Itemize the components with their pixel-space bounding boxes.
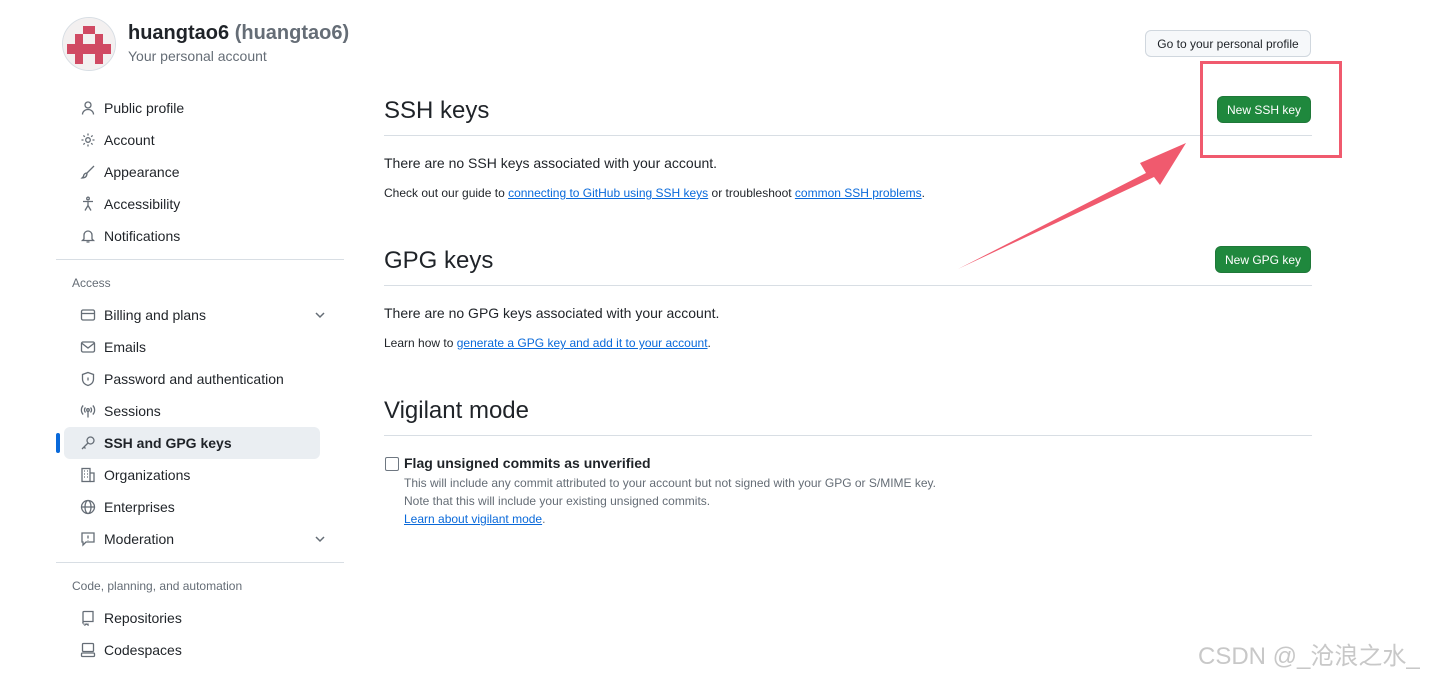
annotation-highlight-box <box>1200 61 1342 158</box>
sidebar-item-label: Account <box>104 132 155 148</box>
chevron-down-icon[interactable] <box>312 531 328 547</box>
sidebar-item-label: Enterprises <box>104 499 175 515</box>
settings-sidebar: Public profile Account Appearance Access… <box>56 92 344 666</box>
sidebar-item-label: Appearance <box>104 164 180 180</box>
user-name: huangtao6 <box>128 22 230 44</box>
vigilant-mode-checkbox[interactable] <box>385 457 399 471</box>
sidebar-item-label: Public profile <box>104 100 185 116</box>
bell-icon <box>80 228 96 244</box>
sidebar-item-sessions[interactable]: Sessions <box>64 395 320 427</box>
ssh-guide-suffix: . <box>921 186 925 200</box>
paintbrush-icon <box>80 164 96 180</box>
key-icon <box>80 435 96 451</box>
mail-icon <box>80 339 96 355</box>
section-divider <box>384 435 1312 436</box>
sidebar-item-label: Codespaces <box>104 642 182 658</box>
sidebar-item-label: Password and authentication <box>104 371 284 387</box>
sidebar-item-billing[interactable]: Billing and plans <box>64 299 325 331</box>
sidebar-item-emails[interactable]: Emails <box>64 331 320 363</box>
sidebar-item-enterprises[interactable]: Enterprises <box>64 491 320 523</box>
person-icon <box>80 100 96 116</box>
report-icon <box>80 531 96 547</box>
sidebar-item-label: Billing and plans <box>104 307 206 323</box>
sidebar-item-codespaces[interactable]: Codespaces <box>64 634 320 666</box>
vigilant-note-1: This will include any commit attributed … <box>404 476 937 490</box>
sidebar-item-accessibility[interactable]: Accessibility <box>64 188 320 220</box>
avatar[interactable] <box>62 17 116 71</box>
repo-icon <box>80 610 96 626</box>
user-login: (huangtao6) <box>234 22 350 44</box>
account-subtitle: Your personal account <box>128 48 267 64</box>
shield-lock-icon <box>80 371 96 387</box>
sidebar-item-moderation[interactable]: Moderation <box>64 523 325 555</box>
gear-icon <box>80 132 96 148</box>
sidebar-item-label: Organizations <box>104 467 191 483</box>
active-indicator <box>56 433 60 453</box>
ssh-keys-heading: SSH keys <box>384 97 490 124</box>
new-gpg-key-button[interactable]: New GPG key <box>1215 246 1311 273</box>
gpg-empty-message: There are no GPG keys associated with yo… <box>384 305 720 321</box>
credit-card-icon <box>80 307 96 323</box>
accessibility-icon <box>80 196 96 212</box>
sidebar-item-label: Emails <box>104 339 147 355</box>
gpg-learn-text: Learn how to generate a GPG key and add … <box>384 336 711 350</box>
sidebar-section-code: Code, planning, and automation <box>72 579 243 593</box>
sidebar-item-password[interactable]: Password and authentication <box>64 363 320 395</box>
sidebar-item-repositories[interactable]: Repositories <box>64 602 320 634</box>
ssh-empty-message: There are no SSH keys associated with yo… <box>384 155 718 171</box>
gpg-keys-heading: GPG keys <box>384 247 494 274</box>
sidebar-item-organizations[interactable]: Organizations <box>64 459 320 491</box>
sidebar-item-label: Moderation <box>104 531 175 547</box>
broadcast-icon <box>80 403 96 419</box>
vigilant-mode-heading: Vigilant mode <box>384 397 529 424</box>
ssh-guide-middle: or troubleshoot <box>708 186 795 200</box>
ssh-guide-prefix: Check out our guide to <box>384 186 509 200</box>
sidebar-item-notifications[interactable]: Notifications <box>64 220 320 252</box>
sidebar-item-appearance[interactable]: Appearance <box>64 156 320 188</box>
codespaces-icon <box>80 642 96 658</box>
chevron-down-icon[interactable] <box>312 307 328 323</box>
sidebar-divider <box>56 562 344 563</box>
vigilant-note-2: Note that this will include your existin… <box>404 494 711 508</box>
sidebar-item-ssh-gpg-keys[interactable]: SSH and GPG keys <box>56 427 320 459</box>
watermark: CSDN @_沧浪之水_ <box>1198 643 1420 670</box>
sidebar-section-access: Access <box>72 276 111 290</box>
section-divider <box>384 285 1312 286</box>
gpg-learn-link[interactable]: generate a GPG key and add it to your ac… <box>457 336 708 350</box>
sidebar-item-label: SSH and GPG keys <box>104 435 232 451</box>
sidebar-divider <box>56 259 344 260</box>
sidebar-item-label: Accessibility <box>104 196 181 212</box>
sidebar-item-account[interactable]: Account <box>64 124 320 156</box>
sidebar-item-label: Repositories <box>104 610 182 626</box>
sidebar-item-label: Sessions <box>104 403 161 419</box>
annotation-arrow-icon <box>958 143 1186 269</box>
ssh-guide-text: Check out our guide to connecting to Git… <box>384 186 925 200</box>
account-name: huangtao6 (huangtao6) <box>128 22 349 45</box>
globe-icon <box>80 499 96 515</box>
vigilant-learn-suffix: . <box>542 512 546 526</box>
gpg-learn-prefix: Learn how to <box>384 336 457 350</box>
vigilant-learn-text: Learn about vigilant mode. <box>404 512 545 526</box>
sidebar-item-label: Notifications <box>104 228 181 244</box>
vigilant-mode-label[interactable]: Flag unsigned commits as unverified <box>404 455 651 471</box>
ssh-guide-link[interactable]: connecting to GitHub using SSH keys <box>508 186 708 200</box>
gpg-learn-suffix: . <box>707 336 711 350</box>
vigilant-learn-link[interactable]: Learn about vigilant mode <box>404 512 542 526</box>
go-to-profile-button[interactable]: Go to your personal profile <box>1145 30 1311 57</box>
sidebar-item-public-profile[interactable]: Public profile <box>64 92 320 124</box>
ssh-troubleshoot-link[interactable]: common SSH problems <box>795 186 922 200</box>
organization-icon <box>80 467 96 483</box>
